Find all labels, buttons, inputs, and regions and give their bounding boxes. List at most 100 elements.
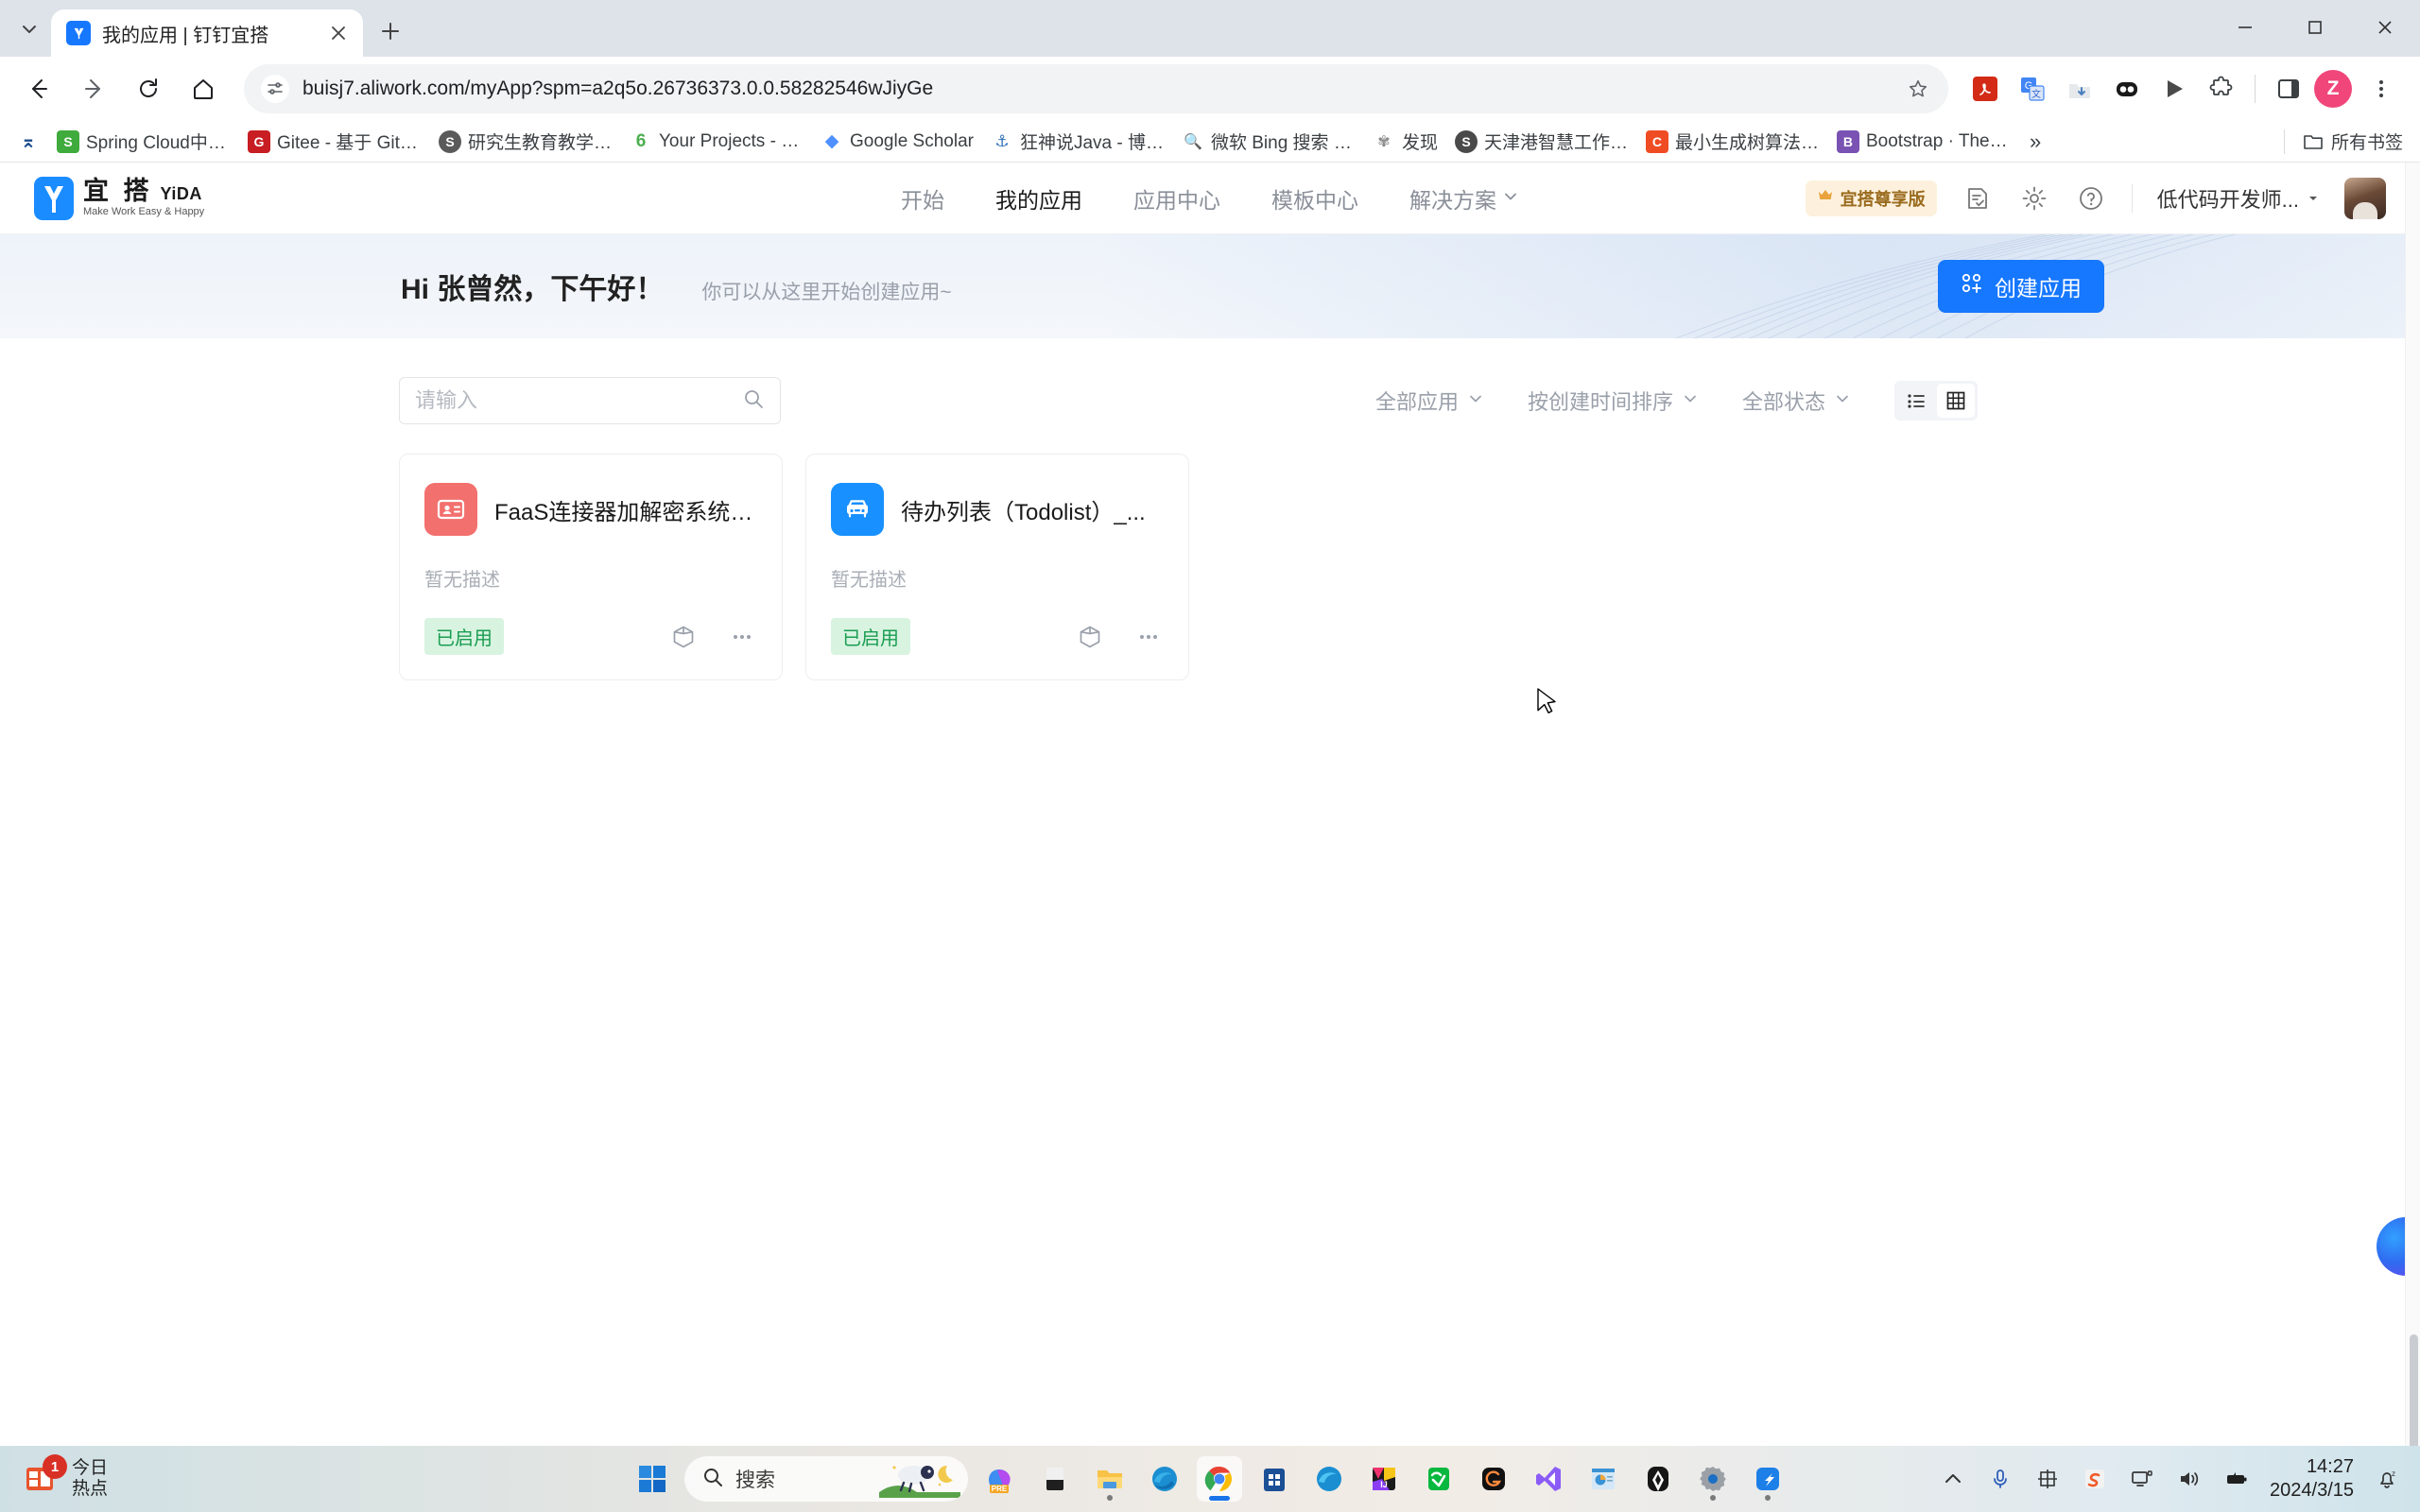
home-icon[interactable]	[178, 63, 229, 114]
taskbar-app-dingtalk[interactable]	[1745, 1456, 1790, 1502]
back-icon[interactable]	[13, 63, 64, 114]
nav-item-app-center[interactable]: 应用中心	[1133, 182, 1220, 215]
taskbar-clock[interactable]: 14:27 2024/3/15	[2270, 1455, 2354, 1503]
taskbar-app-edge-dev[interactable]	[1306, 1456, 1352, 1502]
task-list-icon[interactable]	[1962, 182, 1994, 215]
all-bookmarks-button[interactable]: 所有书签	[2294, 125, 2411, 158]
taskbar-app-intellij-idea[interactable]: IJ	[1361, 1456, 1407, 1502]
bookmark-item[interactable]: B Bootstrap · The m...	[1829, 127, 2018, 157]
sheep-illustration-icon	[879, 1460, 960, 1498]
gear-icon[interactable]	[2018, 182, 2050, 215]
taskbar-app-edge[interactable]	[1142, 1456, 1187, 1502]
extension-dark-icon[interactable]	[2105, 67, 2149, 111]
bookmark-label: Your Projects - Ov...	[659, 130, 804, 151]
yida-logo[interactable]: 宜 搭 YiDA Make Work Easy & Happy	[34, 176, 204, 220]
bookmark-star-icon[interactable]	[1901, 72, 1935, 106]
taskbar-app-copilot-pre[interactable]: PRE	[977, 1456, 1023, 1502]
cube-icon[interactable]	[668, 622, 699, 652]
taskbar-app-feishu[interactable]	[1635, 1456, 1681, 1502]
start-button[interactable]	[630, 1456, 675, 1502]
browser-tab[interactable]: 我的应用 | 钉钉宜搭	[51, 9, 363, 57]
volume-icon[interactable]	[2175, 1465, 2204, 1493]
bookmark-item[interactable]: S 天津港智慧工作平台	[1447, 125, 1636, 158]
taskbar-app-chrome[interactable]	[1197, 1456, 1242, 1502]
grid-view-icon[interactable]	[1937, 384, 1975, 418]
news-widget-text: 今日 热点	[72, 1458, 108, 1500]
bookmark-item[interactable]: C 最小生成树算法：...	[1638, 125, 1827, 158]
google-translate-icon[interactable]: G文	[2011, 67, 2054, 111]
bookmark-manager-icon[interactable]: ⌅	[9, 127, 47, 157]
taskbar-app-microsoft-store[interactable]	[1252, 1456, 1297, 1502]
puzzle-extensions-icon[interactable]	[2200, 67, 2243, 111]
play-icon[interactable]	[2152, 67, 2196, 111]
more-options-icon[interactable]	[727, 622, 757, 652]
filter-all-apps[interactable]: 全部应用	[1375, 386, 1484, 416]
search-input-wrapper[interactable]	[399, 377, 781, 424]
more-options-icon[interactable]	[1133, 622, 1164, 652]
taskbar-app-widgets[interactable]	[1032, 1456, 1078, 1502]
notification-bell-icon[interactable]: z	[2373, 1465, 2401, 1493]
taskbar-app-gitmind[interactable]	[1471, 1456, 1516, 1502]
chrome-menu-icon[interactable]	[2356, 63, 2407, 114]
bookmark-item[interactable]: G Gitee - 基于 Git 的...	[240, 125, 429, 158]
app-card[interactable]: 待办列表（Todolist）_... 暂无描述 已启用	[805, 454, 1189, 680]
bookmark-item[interactable]: 🔍 微软 Bing 搜索 - 国...	[1174, 125, 1363, 158]
app-card[interactable]: FaaS连接器加解密系统_... 暂无描述 已启用	[399, 454, 783, 680]
bookmarks-overflow-icon[interactable]: »	[2020, 126, 2050, 158]
cube-icon[interactable]	[1075, 622, 1105, 652]
user-menu[interactable]: 低代码开发师...	[2157, 183, 2320, 214]
search-input[interactable]	[415, 388, 735, 413]
help-icon[interactable]	[2075, 182, 2107, 215]
display-icon[interactable]	[2128, 1465, 2156, 1493]
filter-all-status[interactable]: 全部状态	[1742, 386, 1851, 416]
search-icon[interactable]	[742, 387, 765, 415]
site-settings-icon[interactable]	[261, 75, 289, 103]
create-app-button[interactable]: 创建应用	[1938, 260, 2104, 313]
window-close-button[interactable]	[2350, 0, 2420, 55]
ime-chinese-icon[interactable]	[2033, 1465, 2062, 1493]
tab-search-button[interactable]	[8, 8, 51, 51]
bookmark-item[interactable]: ⚓ 狂神说Java - 博客园	[983, 125, 1172, 158]
taskbar-search[interactable]: 搜索	[684, 1456, 968, 1502]
adobe-acrobat-icon[interactable]	[1963, 67, 2007, 111]
sogou-input-icon[interactable]	[2081, 1465, 2109, 1493]
close-icon[interactable]	[325, 20, 352, 46]
microphone-icon[interactable]	[1986, 1465, 2014, 1493]
show-hidden-icons-icon[interactable]	[1939, 1465, 1967, 1493]
battery-icon[interactable]	[2222, 1465, 2251, 1493]
reload-icon[interactable]	[123, 63, 174, 114]
vip-badge[interactable]: 宜搭尊享版	[1805, 180, 1937, 216]
taskbar-app-visual-studio[interactable]	[1526, 1456, 1571, 1502]
page-scrollbar[interactable]	[2405, 163, 2420, 1446]
filter-sort-by-create-time[interactable]: 按创建时间排序	[1528, 386, 1699, 416]
nav-item-template-center[interactable]: 模板中心	[1271, 182, 1358, 215]
taskbar-app-settings[interactable]	[1690, 1456, 1736, 1502]
bootstrap-icon: B	[1836, 129, 1859, 153]
profile-avatar[interactable]: Z	[2314, 70, 2352, 108]
maximize-button[interactable]	[2280, 0, 2350, 55]
taskbar-app-powerpoint[interactable]	[1581, 1456, 1626, 1502]
id-card-icon	[424, 483, 477, 536]
bookmark-item[interactable]: S 研究生教育教学管...	[431, 125, 620, 158]
running-indicator	[1710, 1495, 1716, 1501]
minimize-button[interactable]	[2210, 0, 2280, 55]
address-bar[interactable]: buisj7.aliwork.com/myApp?spm=a2q5o.26736…	[244, 64, 1948, 113]
nav-item-my-apps[interactable]: 我的应用	[995, 182, 1082, 215]
downloads-icon[interactable]	[2058, 67, 2101, 111]
greeting-block: Hi 张曾然，下午好！ 你可以从这里开始创建应用~	[401, 266, 952, 307]
new-tab-button[interactable]	[369, 9, 412, 53]
forward-icon[interactable]	[68, 63, 119, 114]
bookmark-item[interactable]: ◆ Google Scholar	[813, 127, 981, 157]
taskbar-app-file-explorer[interactable]	[1087, 1456, 1132, 1502]
bookmark-item[interactable]: S Spring Cloud中国...	[49, 125, 238, 158]
scrollbar-thumb[interactable]	[2410, 1334, 2418, 1446]
bookmark-item[interactable]: 6 Your Projects - Ov...	[622, 127, 811, 157]
taskbar-app-wechat[interactable]	[1416, 1456, 1461, 1502]
avatar[interactable]	[2344, 177, 2386, 219]
taskbar-news-widget[interactable]: 1 今日 热点	[0, 1454, 108, 1500]
bookmark-item[interactable]: ✾ 发现	[1365, 125, 1445, 158]
side-panel-icon[interactable]	[2267, 67, 2310, 111]
list-view-icon[interactable]	[1897, 384, 1935, 418]
nav-item-solutions[interactable]: 解决方案	[1409, 182, 1519, 215]
nav-item-start[interactable]: 开始	[901, 182, 944, 215]
